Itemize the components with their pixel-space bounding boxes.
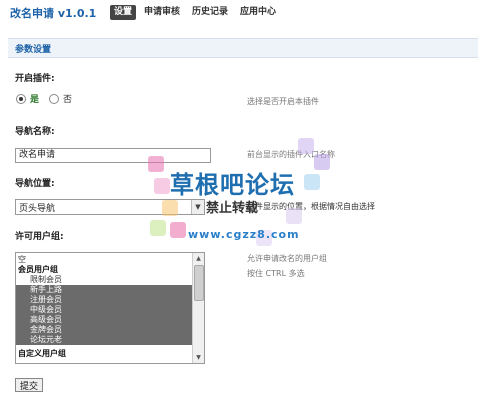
nav-name-input[interactable] (15, 148, 211, 163)
top-nav: 设置 申请审核 历史记录 应用中心 (110, 5, 280, 20)
group-option-registered[interactable]: 注册会员 (16, 295, 204, 305)
enable-hint: 选择是否开启本插件 (247, 97, 319, 106)
watermark-block (150, 220, 166, 236)
watermark-subtitle: 禁止转载 (206, 201, 259, 216)
watermark-block (304, 174, 320, 190)
enable-no-radio[interactable] (49, 93, 60, 104)
nav-position-hint: 插件显示的位置，根据情况自由选择 (247, 202, 375, 211)
group-option-member-header: 会员用户组 (18, 265, 58, 274)
group-option-senior[interactable]: 高级会员 (16, 315, 204, 325)
watermark-title: 草根吧论坛 (170, 171, 295, 199)
group-option-newbie[interactable]: 新手上路 (16, 285, 204, 295)
allowed-groups-listbox[interactable]: 空 会员用户组 限制会员 新手上路 注册会员 中级会员 高级会员 金牌会员 论坛… (15, 252, 205, 364)
group-option-custom-header: 自定义用户组 (18, 349, 66, 358)
nav-position-select[interactable]: 页头导航 ▼ (15, 199, 205, 215)
scroll-down-icon[interactable]: ▼ (193, 352, 204, 363)
nav-tab-history[interactable]: 历史记录 (188, 5, 232, 20)
nav-tab-app-center[interactable]: 应用中心 (236, 5, 280, 20)
chevron-down-icon[interactable]: ▼ (191, 200, 204, 214)
app-title: 改名申请 v1.0.1 (10, 7, 97, 20)
group-option-veteran[interactable]: 论坛元老 (16, 335, 204, 345)
top-bar: 改名申请 v1.0.1 设置 申请审核 历史记录 应用中心 (0, 0, 486, 26)
watermark-block (154, 178, 170, 194)
nav-position-label: 导航位置: (15, 179, 55, 189)
nav-name-hint: 前台显示的插件入口名称 (247, 150, 335, 159)
submit-button[interactable]: 提交 (15, 378, 43, 392)
allowed-groups-hint: 允许申请改名的用户组 (247, 254, 327, 263)
scroll-up-icon[interactable]: ▲ (193, 253, 204, 264)
enable-no-label[interactable]: 否 (63, 92, 72, 105)
enable-yes-radio[interactable] (16, 93, 26, 104)
enable-plugin-label: 开启插件: (15, 74, 55, 84)
listbox-scrollbar[interactable]: ▲ ▼ (192, 253, 204, 363)
enable-yes-label[interactable]: 是 (30, 92, 39, 105)
nav-position-value: 页头导航 (19, 204, 56, 214)
watermark-block (170, 222, 186, 238)
group-option-restricted[interactable]: 限制会员 (16, 275, 204, 285)
section-title: 参数设置 (15, 45, 52, 55)
allowed-groups-label: 许可用户组: (15, 232, 64, 242)
nav-name-label: 导航名称: (15, 127, 55, 137)
scroll-thumb[interactable] (194, 265, 204, 301)
group-option-empty[interactable]: 空 (16, 255, 194, 265)
watermark-url: www.cgzz8.com (188, 228, 300, 241)
nav-tab-settings[interactable]: 设置 (110, 5, 137, 20)
section-header: 参数设置 (8, 38, 478, 58)
group-option-intermediate[interactable]: 中级会员 (16, 305, 204, 315)
enable-radio-group: 是 否 (16, 92, 78, 105)
group-option-gold[interactable]: 金牌会员 (16, 325, 204, 335)
nav-tab-review[interactable]: 申请审核 (140, 5, 184, 20)
multi-select-hint: 按住 CTRL 多选 (247, 269, 305, 278)
